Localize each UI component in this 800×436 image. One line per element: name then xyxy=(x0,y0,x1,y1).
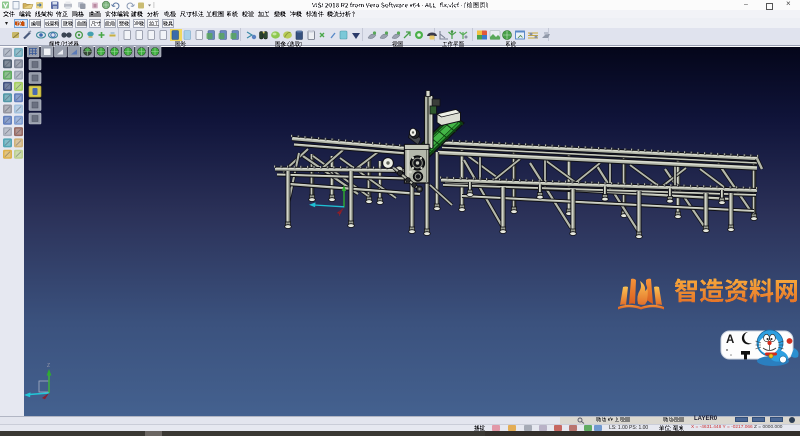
svg-text:A: A xyxy=(726,334,734,346)
svg-text:Z: Z xyxy=(47,363,50,369)
svg-text:Y: Y xyxy=(338,212,342,218)
